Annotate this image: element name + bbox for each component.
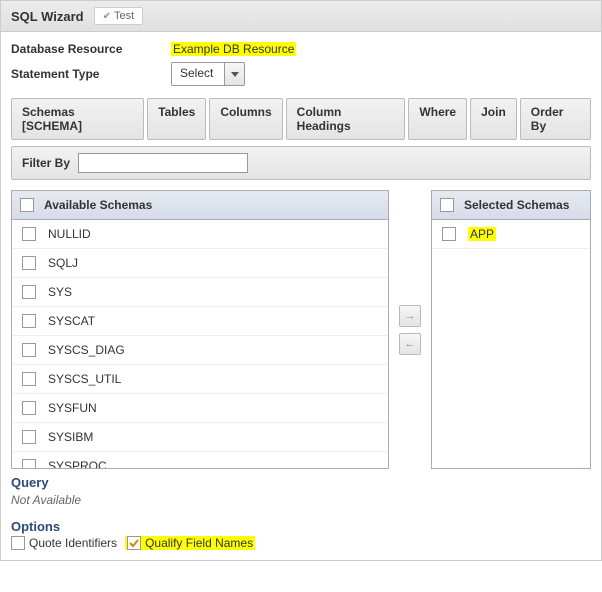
selected-list[interactable]: APP	[432, 220, 590, 468]
item-checkbox[interactable]	[22, 314, 36, 328]
page-title: SQL Wizard	[11, 9, 84, 24]
tab-columns[interactable]: Columns	[209, 98, 282, 140]
selected-select-all-checkbox[interactable]	[440, 198, 454, 212]
query-section-label: Query	[11, 475, 591, 490]
arrow-right-icon: →	[405, 310, 416, 322]
db-resource-label: Database Resource	[11, 42, 171, 56]
item-checkbox[interactable]	[22, 285, 36, 299]
item-label: SYSIBM	[48, 430, 93, 444]
arrow-left-icon: ←	[405, 338, 416, 350]
item-checkbox[interactable]	[22, 343, 36, 357]
qualify-field-names-label: Qualify Field Names	[145, 536, 253, 550]
available-title: Available Schemas	[44, 198, 152, 212]
move-buttons: → ←	[399, 305, 421, 355]
test-check-icon: ✔	[103, 11, 111, 22]
selected-title: Selected Schemas	[464, 198, 569, 212]
list-item[interactable]: SYSIBM	[12, 423, 388, 452]
available-list[interactable]: NULLID SQLJ SYS SYSCAT SYSCS_DIAG SYSCS_…	[12, 220, 388, 468]
list-item[interactable]: SQLJ	[12, 249, 388, 278]
list-item[interactable]: SYSPROC	[12, 452, 388, 468]
quote-identifiers-checkbox[interactable]	[11, 536, 25, 550]
list-item[interactable]: SYSCAT	[12, 307, 388, 336]
item-checkbox[interactable]	[22, 372, 36, 386]
quote-identifiers-label: Quote Identifiers	[29, 536, 117, 550]
title-bar: SQL Wizard ✔ Test	[0, 0, 602, 32]
list-item[interactable]: NULLID	[12, 220, 388, 249]
move-left-button[interactable]: ←	[399, 333, 421, 355]
tabs: Schemas [SCHEMA] Tables Columns Column H…	[11, 98, 591, 140]
options-section-label: Options	[11, 519, 591, 534]
item-label: NULLID	[48, 227, 91, 241]
qualify-field-names-checkbox[interactable]	[127, 536, 141, 550]
list-item[interactable]: APP	[432, 220, 590, 249]
filter-label: Filter By	[22, 156, 70, 170]
filter-bar: Filter By	[11, 146, 591, 180]
tab-column-headings[interactable]: Column Headings	[286, 98, 406, 140]
item-label: SYSFUN	[48, 401, 97, 415]
list-item[interactable]: SYSCS_UTIL	[12, 365, 388, 394]
statement-type-select[interactable]: Select	[171, 62, 245, 86]
test-button-label: Test	[114, 10, 134, 22]
list-item[interactable]: SYS	[12, 278, 388, 307]
statement-type-value: Select	[172, 63, 224, 85]
filter-input[interactable]	[78, 153, 248, 173]
statement-type-label: Statement Type	[11, 67, 171, 81]
db-resource-value: Example DB Resource	[171, 42, 296, 56]
tab-orderby[interactable]: Order By	[520, 98, 591, 140]
item-label: SYSCS_UTIL	[48, 372, 121, 386]
selected-panel: Selected Schemas APP	[431, 190, 591, 469]
item-label: SYSCAT	[48, 314, 95, 328]
tab-tables[interactable]: Tables	[147, 98, 206, 140]
available-panel: Available Schemas NULLID SQLJ SYS SYSCAT…	[11, 190, 389, 469]
item-label: SYS	[48, 285, 72, 299]
list-item[interactable]: SYSCS_DIAG	[12, 336, 388, 365]
item-checkbox[interactable]	[22, 430, 36, 444]
item-checkbox[interactable]	[22, 401, 36, 415]
query-value: Not Available	[11, 490, 591, 513]
item-label: SYSCS_DIAG	[48, 343, 125, 357]
item-label: SYSPROC	[48, 459, 107, 468]
item-label: SQLJ	[48, 256, 78, 270]
tab-where[interactable]: Where	[408, 98, 467, 140]
move-right-button[interactable]: →	[399, 305, 421, 327]
item-checkbox[interactable]	[22, 227, 36, 241]
item-checkbox[interactable]	[22, 459, 36, 468]
item-checkbox[interactable]	[442, 227, 456, 241]
tab-join[interactable]: Join	[470, 98, 517, 140]
test-button[interactable]: ✔ Test	[94, 7, 144, 25]
item-checkbox[interactable]	[22, 256, 36, 270]
tab-schemas[interactable]: Schemas [SCHEMA]	[11, 98, 144, 140]
chevron-down-icon[interactable]	[224, 63, 244, 85]
available-select-all-checkbox[interactable]	[20, 198, 34, 212]
item-label: APP	[468, 227, 496, 241]
list-item[interactable]: SYSFUN	[12, 394, 388, 423]
